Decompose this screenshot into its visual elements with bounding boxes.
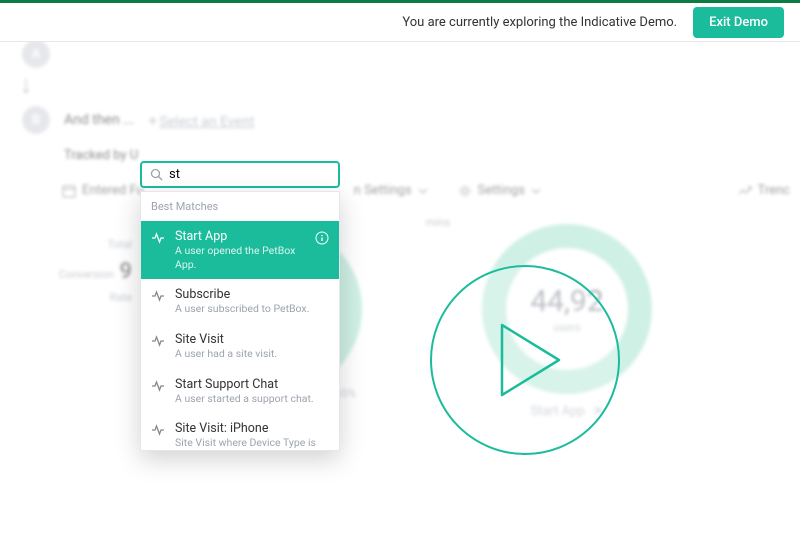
dropdown-header: Best Matches — [141, 192, 339, 221]
trend-button[interactable]: Trenc — [738, 183, 790, 198]
event-search-box[interactable] — [140, 161, 340, 188]
event-dropdown: Best Matches Start App A user opened the… — [140, 191, 340, 451]
activity-icon — [151, 379, 165, 393]
play-icon — [497, 320, 567, 400]
chevron-down-icon — [531, 186, 541, 196]
gear-icon — [458, 184, 472, 198]
exit-demo-button[interactable]: Exit Demo — [693, 7, 784, 38]
play-button[interactable] — [430, 265, 620, 455]
step-b-circle: B — [22, 106, 50, 134]
activity-icon — [151, 423, 165, 437]
dropdown-item-support-chat[interactable]: Start Support Chat A user started a supp… — [141, 369, 339, 414]
activity-icon — [151, 334, 165, 348]
mins-label: mins — [426, 216, 450, 229]
dropdown-item-subscribe[interactable]: Subscribe A user subscribed to PetBox. — [141, 279, 339, 324]
dropdown-item-start-app[interactable]: Start App A user opened the PetBox App. — [141, 221, 339, 279]
event-search-input[interactable] — [169, 167, 330, 182]
dropdown-item-site-visit[interactable]: Site Visit A user had a site visit. — [141, 324, 339, 369]
activity-icon — [151, 231, 165, 245]
dropdown-item-site-visit-iphone[interactable]: Site Visit: iPhone Site Visit where Devi… — [141, 413, 339, 451]
chevron-down-icon — [418, 186, 428, 196]
info-icon[interactable] — [315, 231, 329, 245]
column-settings-button[interactable]: n Settings — [354, 183, 428, 198]
step-b-label: And then ... — [64, 112, 134, 128]
activity-icon — [151, 289, 165, 303]
search-icon — [150, 168, 163, 181]
demo-message: You are currently exploring the Indicati… — [402, 15, 677, 30]
select-event-link[interactable]: +Select an Event — [148, 111, 254, 130]
trend-icon — [738, 184, 752, 198]
tracked-by-label: Tracked by U — [64, 148, 138, 163]
conversion-stats: Total Conversion 9 Rate — [52, 224, 132, 419]
step-a-circle: A — [22, 40, 50, 68]
step-connector — [12, 72, 40, 102]
settings-button[interactable]: Settings — [458, 183, 541, 198]
entered-funnel-button[interactable]: Entered Fu — [62, 183, 144, 198]
calendar-icon — [62, 184, 76, 198]
